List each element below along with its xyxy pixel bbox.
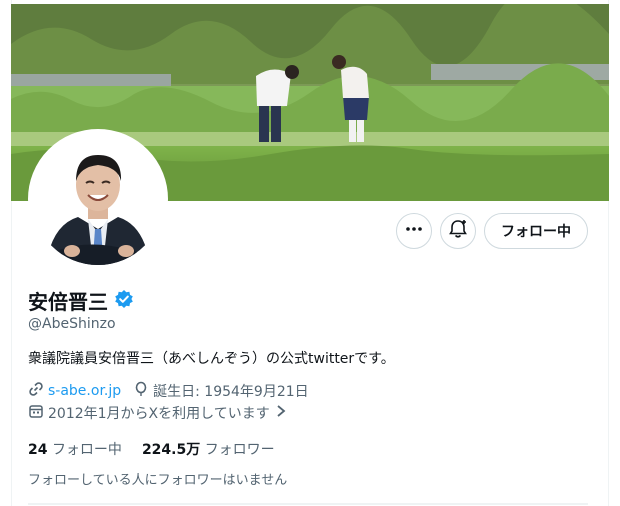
joined-row[interactable]: 2012年1月からXを利用しています <box>28 403 300 423</box>
link-icon <box>28 381 44 401</box>
birthday-text: 誕生日: 1954年9月21日 <box>153 384 309 400</box>
notification-bell-icon <box>448 219 468 243</box>
notification-button[interactable] <box>440 213 476 249</box>
handle: @AbeShinzo <box>28 316 116 332</box>
profile-meta: s-abe.or.jp 誕生日: 1954年9月21日 <box>28 381 321 401</box>
name-row: 安倍晋三 <box>28 286 134 315</box>
website-item: s-abe.or.jp <box>28 381 121 401</box>
display-name: 安倍晋三 <box>28 290 108 314</box>
follow-stats: 24 フォロー中 224.5万 フォロワー <box>28 439 275 459</box>
calendar-icon <box>28 403 44 423</box>
more-button[interactable] <box>396 213 432 249</box>
following-count: 24 <box>28 442 48 458</box>
joined-text: 2012年1月からXを利用しています <box>48 406 270 422</box>
bio: 衆議院議員安倍晋三（あべしんぞう）の公式twitterです。 <box>28 351 395 367</box>
following-stat[interactable]: 24 フォロー中 <box>28 439 122 459</box>
website-link[interactable]: s-abe.or.jp <box>48 383 121 399</box>
birthday-item: 誕生日: 1954年9月21日 <box>133 381 309 401</box>
following-button-label: フォロー中 <box>501 224 571 240</box>
followers-count: 224.5万 <box>141 442 201 458</box>
following-button[interactable]: フォロー中 <box>484 213 588 249</box>
joined-item: 2012年1月からXを利用しています <box>28 403 288 423</box>
chevron-right-icon <box>274 404 288 422</box>
following-label: フォロー中 <box>51 442 122 458</box>
avatar[interactable] <box>28 129 168 269</box>
followers-label: フォロワー <box>204 442 275 458</box>
divider <box>28 503 588 505</box>
verified-badge-icon <box>114 289 134 313</box>
balloon-icon <box>133 381 149 401</box>
followers-stat[interactable]: 224.5万 フォロワー <box>142 439 275 459</box>
known-followers-text: フォローしている人にフォロワーはいません <box>28 473 288 488</box>
more-icon <box>405 220 423 242</box>
